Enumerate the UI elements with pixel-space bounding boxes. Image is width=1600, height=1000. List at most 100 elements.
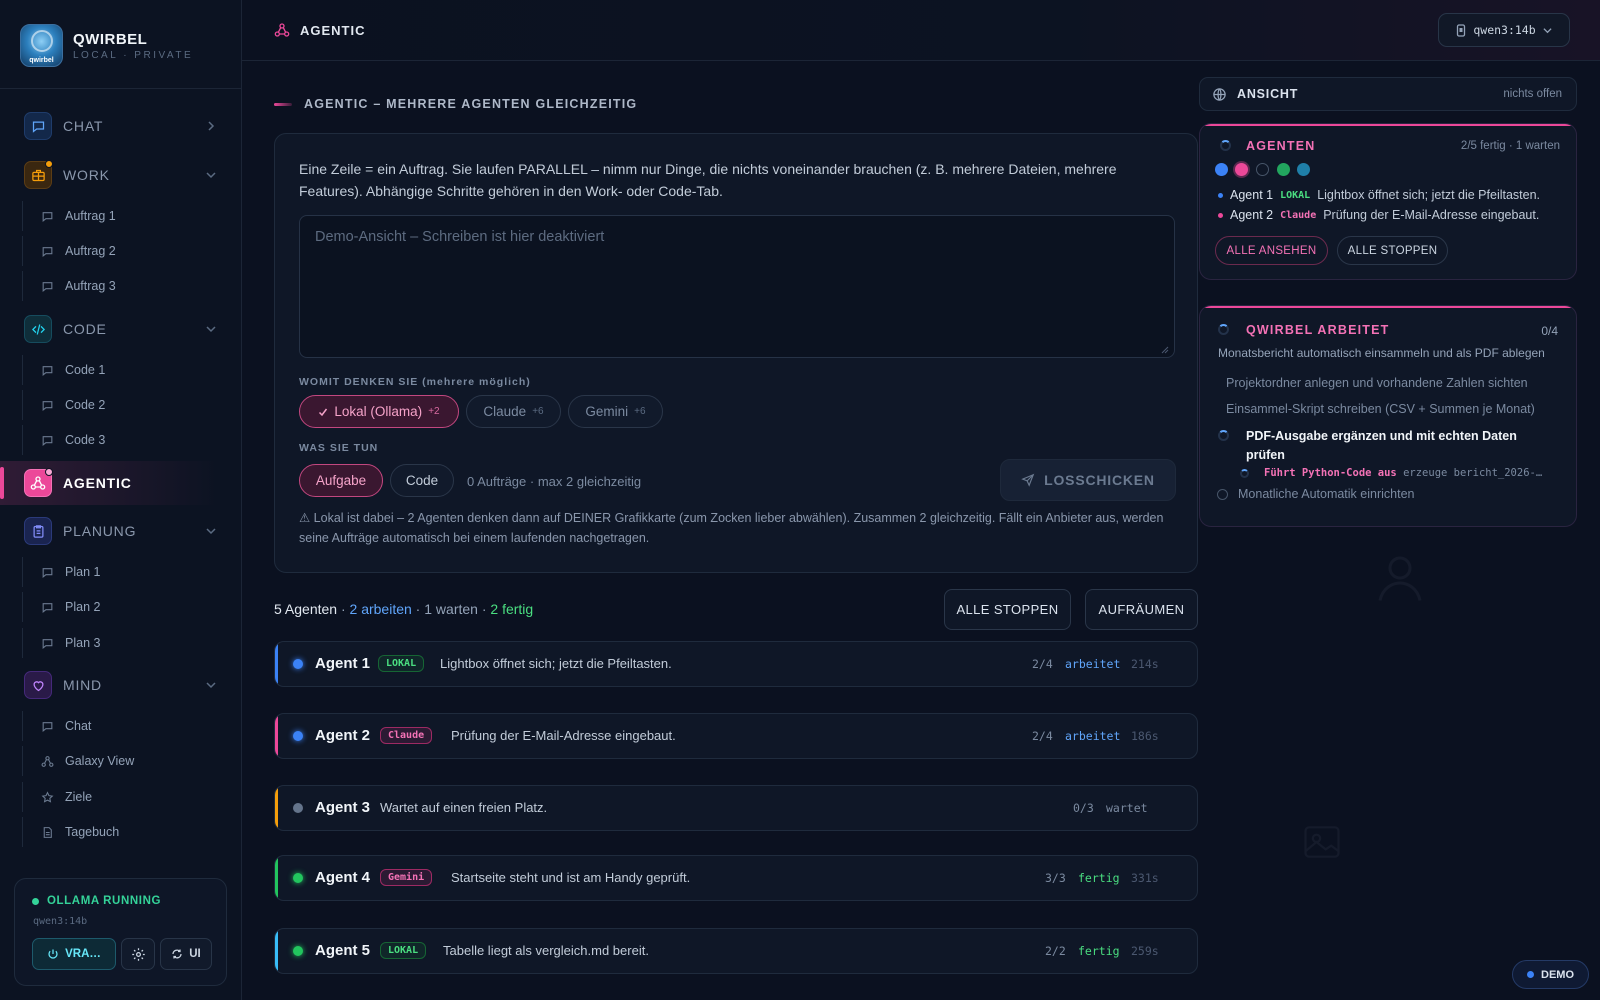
view-bar[interactable]: ANSICHT nichts offen [1199, 77, 1577, 111]
agent-state: wartet [1106, 801, 1148, 815]
stop-all-button[interactable]: ALLE STOPPEN [944, 589, 1071, 630]
sidebar-item-tagebuch[interactable]: Tagebuch [22, 817, 232, 847]
agent-message: Lightbox öffnet sich; jetzt die Pfeiltas… [1317, 188, 1541, 202]
status-dot [293, 803, 303, 813]
chevron-down-icon [206, 680, 216, 690]
briefcase-icon [24, 160, 53, 189]
code-icon [24, 315, 52, 343]
row-accent [275, 714, 278, 758]
agent-row[interactable]: Agent 4 Gemini Startseite steht und ist … [274, 855, 1198, 901]
summary-separator: · [411, 601, 425, 617]
chevron-down-icon [206, 526, 216, 536]
spinner-icon [1240, 469, 1249, 478]
reload-ui-button[interactable]: UI [160, 938, 212, 970]
status-dot [293, 946, 303, 956]
sidebar-item-auftrag-2[interactable]: Auftrag 2 [22, 236, 232, 266]
sidebar-item-code-2[interactable]: Code 2 [22, 390, 232, 420]
section-title: AGENTIC – MEHRERE AGENTEN GLEICHZEITIG [304, 97, 638, 111]
message-icon [41, 566, 54, 579]
provider-badge: LOKAL [1280, 189, 1311, 201]
status-dot [1218, 212, 1223, 218]
agent-name: Agent 5 [315, 942, 371, 959]
cleanup-button[interactable]: AUFRÄUMEN [1085, 589, 1198, 630]
sidebar-item-code-1[interactable]: Code 1 [22, 355, 232, 385]
agents-count: 5 Agenten [274, 601, 338, 617]
resize-handle-icon[interactable] [1161, 346, 1169, 354]
agent-dot [1215, 163, 1228, 176]
heart-icon [24, 671, 52, 699]
ollama-model: qwen3:14b [33, 916, 88, 927]
summary-separator: · [337, 601, 350, 617]
logo-text: qwirbel [29, 57, 54, 64]
row-accent [275, 929, 278, 973]
send-button[interactable]: LOSSCHICKEN [1000, 459, 1176, 501]
sidebar-item-ziele[interactable]: Ziele [22, 782, 232, 812]
panel-stop-all-button[interactable]: ALLE STOPPEN [1337, 236, 1448, 265]
agent-line: Agent 2 Claude Prüfung der E-Mail-Adress… [1218, 208, 1539, 222]
agent-time: 331s [1131, 871, 1159, 885]
mode-tab-aufgabe[interactable]: Aufgabe [299, 464, 383, 497]
agent-name: Agent 1 [315, 655, 371, 672]
sidebar-item-mind-chat[interactable]: Chat [22, 711, 232, 741]
agent-row[interactable]: Agent 1 LOKAL Lightbox öffnet sich; jetz… [274, 641, 1198, 687]
active-indicator [0, 467, 4, 499]
message-icon [41, 245, 54, 258]
model-selector[interactable]: qwen3:14b [1438, 13, 1570, 47]
vram-button[interactable]: VRA… [32, 938, 116, 970]
summary-separator: · [477, 601, 491, 617]
sidebar-item-label: Code 3 [65, 433, 106, 447]
sidebar-item-label: Code 1 [65, 363, 106, 377]
sidebar-item-code-3[interactable]: Code 3 [22, 425, 232, 455]
agents-waiting: 1 warten [424, 601, 478, 617]
sidebar-item-auftrag-3[interactable]: Auftrag 3 [22, 271, 232, 301]
brand: qwirbel QWIRBEL LOCAL · PRIVATE [20, 24, 193, 67]
agents-working: 2 arbeiten [349, 601, 412, 617]
provider-chip-claude[interactable]: Claude +6 [466, 395, 561, 428]
sidebar-item-auftrag-1[interactable]: Auftrag 1 [22, 201, 232, 231]
agent-row[interactable]: Agent 2 Claude Prüfung der E-Mail-Adress… [274, 713, 1198, 759]
agent-state: arbeitet [1065, 657, 1121, 671]
pending-circle-icon [1217, 489, 1228, 500]
settings-button[interactable] [121, 938, 155, 970]
work-panel-subtitle: Monatsbericht automatisch einsammeln und… [1218, 346, 1545, 360]
sidebar-item-label: Code 2 [65, 398, 106, 412]
agent-time: 214s [1131, 657, 1159, 671]
sidebar-section-planung[interactable]: PLANUNG [0, 509, 242, 553]
sidebar-section-mind[interactable]: MIND [0, 663, 242, 707]
provider-badge: Claude [1280, 209, 1317, 221]
send-icon [1021, 473, 1035, 487]
agents-panel-title: AGENTEN [1246, 139, 1316, 153]
agent-time: 259s [1131, 944, 1159, 958]
send-button-label: LOSSCHICKEN [1044, 472, 1155, 488]
provider-chip-lokal[interactable]: Lokal (Ollama) +2 [299, 395, 459, 428]
sidebar-item-plan-3[interactable]: Plan 3 [22, 628, 232, 658]
notification-dot [45, 160, 53, 168]
sidebar-section-agentic[interactable]: AGENTIC [0, 461, 242, 505]
sidebar-section-code[interactable]: CODE [0, 307, 242, 351]
sidebar-item-plan-1[interactable]: Plan 1 [22, 557, 232, 587]
provider-badge: LOKAL [380, 942, 427, 959]
do-label: WAS SIE TUN [299, 442, 379, 454]
agent-name: Agent 2 [1230, 208, 1274, 222]
tasks-input[interactable] [299, 215, 1175, 358]
agent-progress: 2/4 [1032, 657, 1053, 671]
work-panel-title: QWIRBEL ARBEITET [1246, 323, 1390, 337]
provider-chip-gemini[interactable]: Gemini +6 [568, 395, 663, 428]
mode-tab-code[interactable]: Code [390, 464, 454, 497]
gpu-warning: ⚠ Lokal ist dabei – 2 Agenten denken dan… [299, 511, 1164, 545]
sidebar-item-galaxy-view[interactable]: Galaxy View [22, 746, 232, 776]
sidebar-section-chat[interactable]: CHAT [0, 104, 242, 148]
agent-progress: 2/2 [1045, 944, 1066, 958]
globe-icon [1213, 88, 1226, 101]
view-all-button[interactable]: ALLE ANSEHEN [1215, 236, 1328, 265]
view-status: nichts offen [1503, 88, 1562, 100]
sidebar-item-plan-2[interactable]: Plan 2 [22, 592, 232, 622]
agent-row[interactable]: Agent 5 LOKAL Tabelle liegt als vergleic… [274, 928, 1198, 974]
provider-badge: Gemini [380, 869, 433, 886]
ollama-status: OLLAMA RUNNING [32, 895, 161, 907]
power-icon [48, 949, 58, 959]
message-icon [41, 637, 54, 650]
sidebar-item-label: Tagebuch [65, 825, 120, 839]
sidebar-section-work[interactable]: WORK [0, 153, 242, 197]
agent-row[interactable]: Agent 3 Wartet auf einen freien Platz. 0… [274, 785, 1198, 831]
